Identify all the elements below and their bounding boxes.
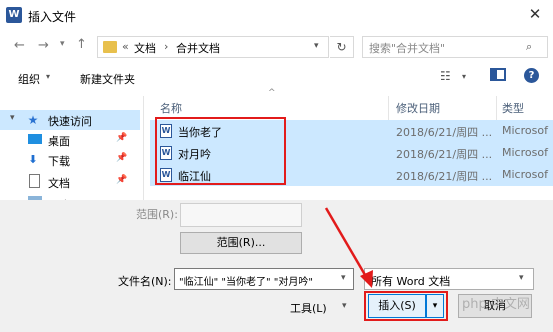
annotation-arrow [324,207,373,288]
watermark: php 中文网 [462,297,530,312]
